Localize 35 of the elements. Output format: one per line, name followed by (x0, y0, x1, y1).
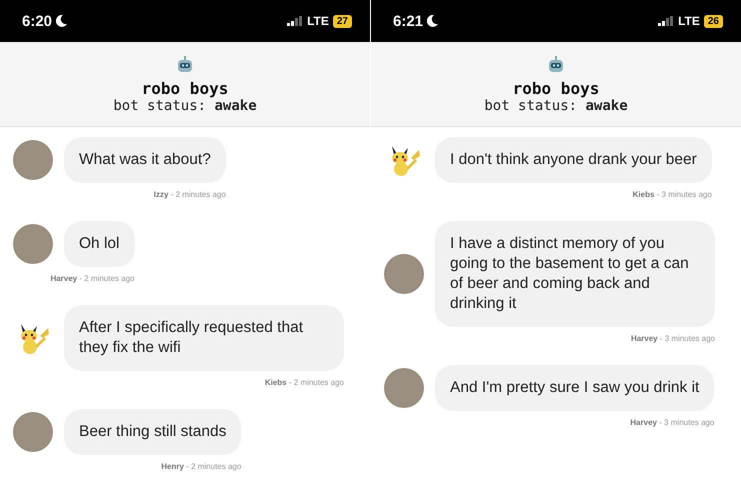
moon-icon (427, 15, 438, 27)
message-bubble: What was it about? (64, 137, 226, 183)
network-label: LTE (307, 14, 329, 28)
network-label: LTE (678, 14, 700, 28)
message-bubble: I don't think anyone drank your beer (435, 137, 712, 183)
status-time: 6:20 (22, 12, 52, 30)
message-meta: Kiebs - 2 minutes ago (264, 378, 344, 387)
bot-status: bot status: awake (484, 98, 628, 114)
avatar-photo (384, 368, 424, 408)
battery-level: 27 (332, 14, 352, 28)
message-bubble: Oh lol (64, 221, 134, 267)
message-meta: Kiebs - 3 minutes ago (632, 190, 712, 199)
robot-icon (546, 54, 566, 74)
message-bubble: After I specifically requested that they fix the wifi (64, 305, 344, 371)
message-bubble: Beer thing still stands (64, 409, 242, 455)
message-meta: Harvey - 3 minutes ago (630, 334, 715, 343)
message-bubble: I have a distinct memory of you going to the basement to get a can of beer and coming back and drinking it (435, 221, 715, 327)
signal-icon (287, 16, 304, 26)
chat-title: robo boys (142, 78, 228, 98)
signal-icon (658, 16, 674, 26)
message-meta: Harvey - 3 minutes ago (630, 418, 714, 427)
robot-icon (175, 54, 195, 74)
chat-title: robo boys (512, 78, 600, 98)
status-time: 6:21 (393, 12, 424, 30)
message-bubble: And I'm pretty sure I saw you drink it (435, 365, 714, 411)
bot-status: bot status: awake (113, 98, 257, 114)
message-meta: Henry - 2 minutes ago (161, 462, 242, 471)
avatar-photo (13, 412, 53, 452)
moon-icon (56, 15, 68, 27)
message-meta: Izzy - 2 minutes ago (154, 190, 226, 199)
message-meta: Harvey - 2 minutes ago (50, 274, 134, 283)
battery-level: 26 (704, 14, 723, 28)
avatar-photo (13, 224, 53, 264)
avatar-photo (384, 254, 424, 294)
avatar-photo (13, 140, 53, 180)
